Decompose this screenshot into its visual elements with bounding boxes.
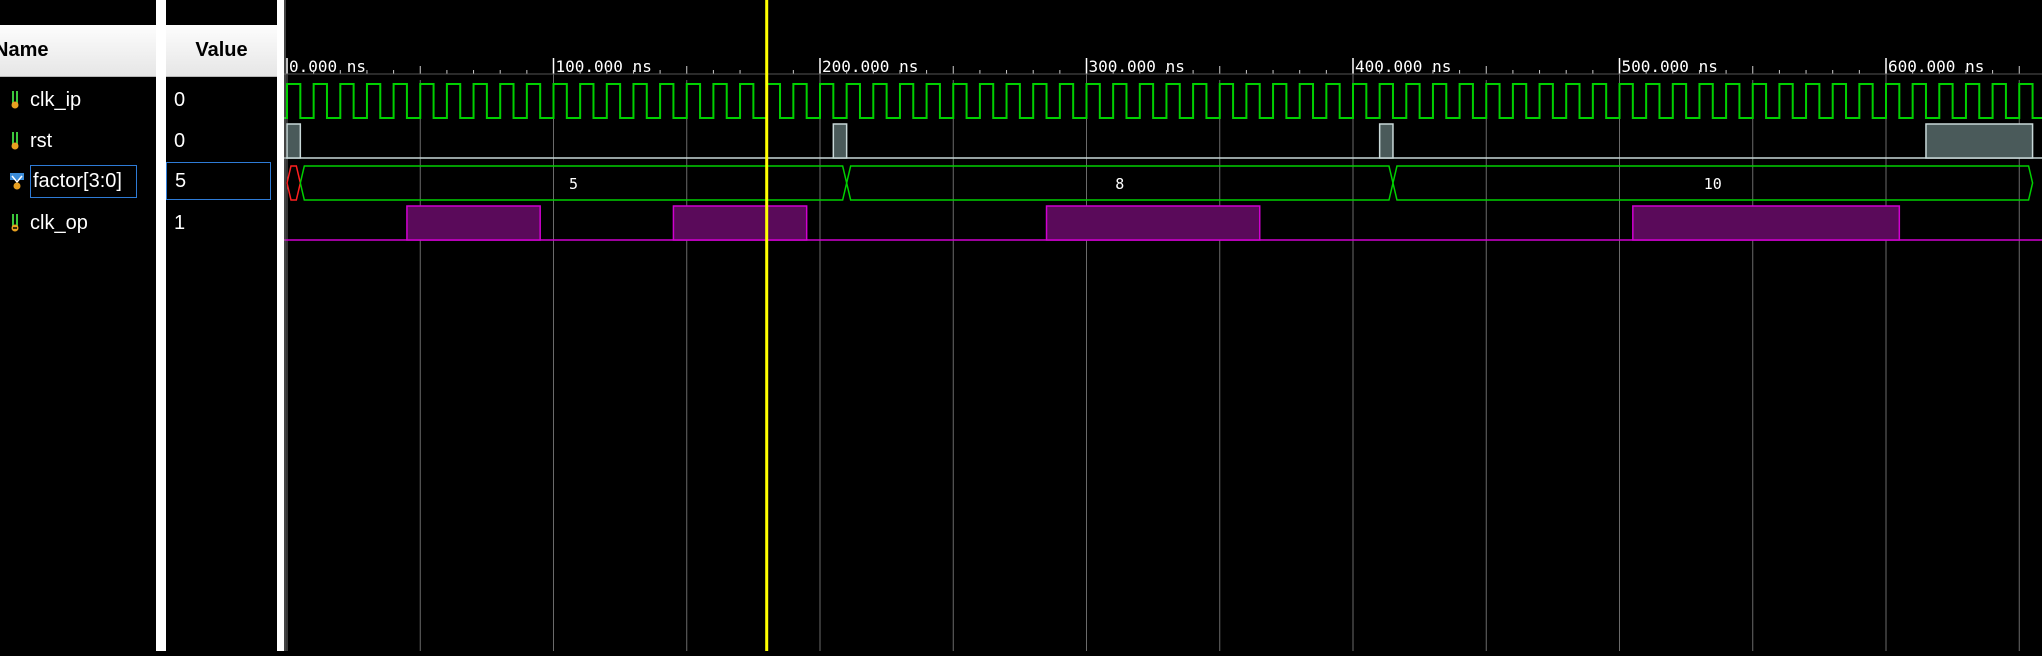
waveform-svg[interactable]: 0.000 ns 100.000 ns 200.000 ns 300.000 ns 40… (284, 0, 2042, 651)
signal-name: clk_op (30, 211, 88, 234)
bus-icon (8, 170, 26, 192)
clk-ip-waveform (284, 83, 2042, 119)
signal-name: clk_ip (30, 88, 82, 111)
clk-op-high-pulse (406, 205, 541, 241)
signal-row-rst[interactable]: rst (8, 122, 52, 160)
column-separator[interactable] (156, 0, 166, 651)
output-wire-icon (8, 212, 26, 234)
signal-list-panel: Name Value clk_ip 0 rst 0 factor[3:0] 5 … (0, 0, 284, 651)
time-tick-label: 0.000 ns (289, 57, 366, 76)
signal-row-clk-op[interactable]: clk_op (8, 204, 88, 242)
signal-name: rst (30, 129, 53, 152)
wire-icon (8, 89, 26, 111)
signal-value: 1 (174, 211, 186, 234)
time-tick-label: 400.000 ns (1355, 57, 1451, 76)
time-tick-label: 100.000 ns (556, 57, 652, 76)
panel-separator[interactable] (277, 0, 284, 651)
header-spacer (0, 0, 156, 25)
rst-high-pulse (1925, 123, 2034, 159)
rst-high-pulse (1378, 123, 1394, 159)
value-column-header[interactable]: Value (166, 25, 277, 77)
name-column-header[interactable]: Name (0, 25, 156, 77)
rst-high-pulse (832, 123, 848, 159)
time-tick-label: 500.000 ns (1622, 57, 1718, 76)
time-tick-label: 200.000 ns (822, 57, 918, 76)
signal-value: 0 (174, 129, 186, 152)
signal-row-clk-ip[interactable]: clk_ip (8, 81, 81, 119)
signal-name: factor[3:0] (30, 164, 137, 198)
rst-high-pulse (286, 123, 302, 159)
clk-op-high-pulse (1632, 205, 1901, 241)
clk-op-high-pulse (672, 205, 808, 241)
signal-row-factor[interactable]: factor[3:0] (8, 162, 137, 200)
clk-op-high-pulse (1045, 205, 1261, 241)
factor-bus-label: 8 (1115, 175, 1124, 193)
time-tick-label: 300.000 ns (1089, 57, 1185, 76)
factor-bus-label: 10 (1704, 175, 1722, 193)
factor-bus-segment (286, 165, 302, 201)
time-tick-label: 600.000 ns (1888, 57, 1984, 76)
wire-icon (8, 130, 26, 152)
signal-value: 5 (166, 162, 271, 200)
factor-bus-label: 5 (569, 175, 578, 193)
waveform-canvas[interactable]: 0.000 ns 100.000 ns 200.000 ns 300.000 ns 40… (284, 0, 2042, 651)
signal-value: 0 (174, 88, 186, 111)
